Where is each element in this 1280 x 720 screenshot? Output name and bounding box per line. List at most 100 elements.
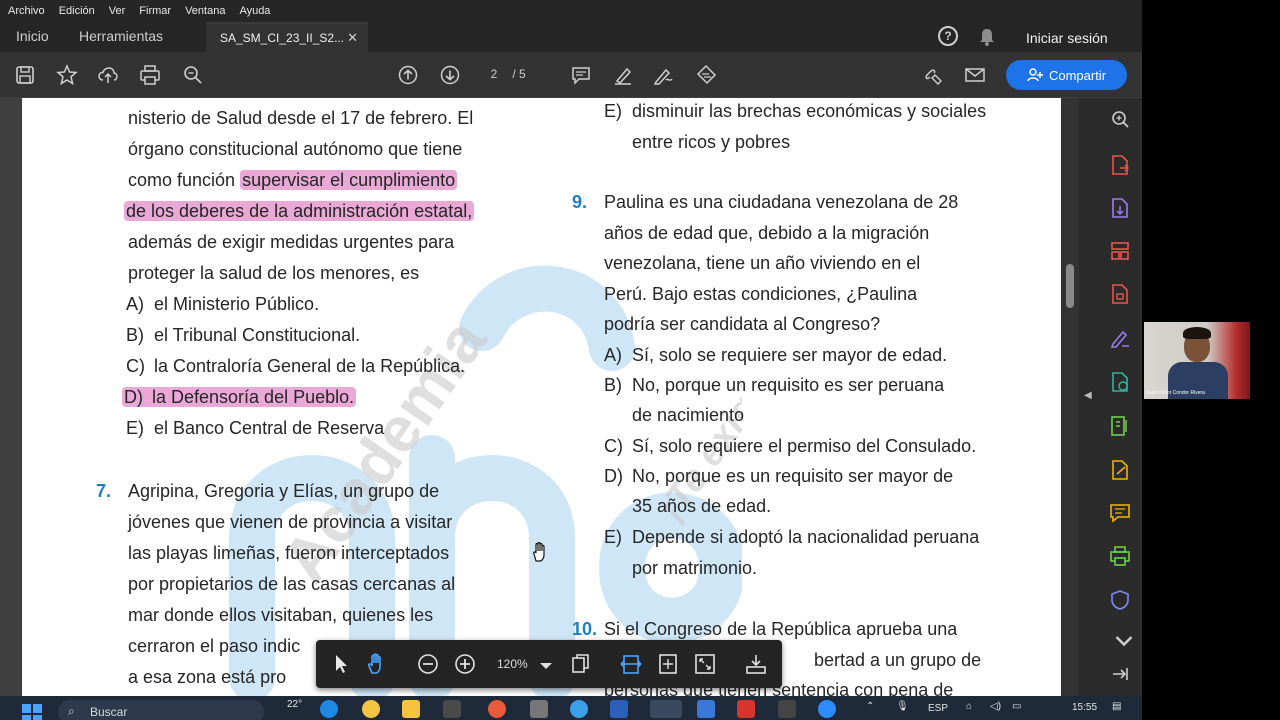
- file-explorer-icon[interactable]: [402, 700, 420, 718]
- tray-expand-icon[interactable]: ⌃: [866, 701, 874, 712]
- chrome-icon[interactable]: [362, 700, 380, 718]
- collapse-right-icon: ◀: [1084, 390, 1092, 401]
- right-panel-toggle[interactable]: ◀: [1079, 98, 1098, 696]
- more-tools-chevron-icon[interactable]: [1112, 628, 1133, 647]
- upload-cloud-icon[interactable]: [97, 64, 119, 86]
- windows-start-icon[interactable]: [22, 704, 42, 720]
- create-pdf-icon[interactable]: [1108, 196, 1132, 220]
- clock-time[interactable]: 15:55: [1072, 702, 1097, 713]
- app-icon[interactable]: [530, 700, 548, 718]
- volume-icon[interactable]: ◁): [990, 701, 1001, 712]
- battery-icon[interactable]: ▭: [1012, 701, 1021, 712]
- word-icon[interactable]: [610, 700, 628, 718]
- browser-icon[interactable]: [570, 700, 588, 718]
- tab-document[interactable]: SA_SM_CI_23_II_S2... ✕: [206, 22, 368, 52]
- zoom-app-icon[interactable]: [818, 700, 836, 718]
- read-aloud-icon[interactable]: [744, 652, 768, 676]
- scrollbar-thumb[interactable]: [1066, 264, 1074, 308]
- notifications-icon[interactable]: ▤: [1112, 701, 1121, 712]
- star-icon[interactable]: [56, 64, 78, 86]
- tab-herramientas[interactable]: Herramientas: [79, 28, 163, 44]
- help-icon[interactable]: ?: [938, 26, 958, 46]
- edge-icon[interactable]: [320, 700, 338, 718]
- comment-rail-icon[interactable]: [1108, 501, 1132, 525]
- acrobat-icon[interactable]: [737, 700, 755, 718]
- active-app-icon[interactable]: [650, 700, 682, 718]
- fill-sign-rail-icon[interactable]: [1108, 458, 1132, 482]
- microphone-icon[interactable]: 🎙: [896, 701, 909, 712]
- network-icon[interactable]: ⌂: [966, 701, 972, 712]
- q7-text-line: mar donde ellos visitaban, quienes les: [128, 605, 434, 625]
- edit-pdf-icon[interactable]: [1108, 326, 1132, 350]
- language-indicator[interactable]: ESP: [928, 703, 948, 714]
- zoom-out-icon[interactable]: [416, 652, 440, 676]
- document-viewport[interactable]: Academia ¡Te exigimos más! nisterio de S…: [0, 98, 1079, 696]
- fit-width-icon[interactable]: [619, 652, 643, 676]
- save-icon[interactable]: [14, 64, 36, 86]
- print-production-icon[interactable]: [1108, 544, 1132, 568]
- q9-option-b: B) No, porque un requisito es ser peruana: [604, 375, 945, 395]
- hand-tool-icon[interactable]: [365, 652, 389, 676]
- search-document-icon[interactable]: [1108, 108, 1132, 132]
- menu-archivo[interactable]: Archivo: [8, 5, 45, 17]
- search-icon: ⌕: [68, 704, 75, 718]
- highlight-annotation[interactable]: de los deberes de la administración esta…: [124, 201, 475, 221]
- menu-firmar[interactable]: Firmar: [139, 5, 171, 17]
- organize-pages-icon[interactable]: [1108, 239, 1132, 263]
- protect-shield-icon[interactable]: [1108, 588, 1132, 612]
- vertical-scrollbar[interactable]: [1061, 98, 1079, 696]
- close-tab-icon[interactable]: ✕: [347, 30, 358, 46]
- app-icon[interactable]: [778, 700, 796, 718]
- bell-icon[interactable]: [978, 27, 996, 47]
- compress-pdf-icon[interactable]: [1108, 282, 1132, 306]
- page-up-icon[interactable]: [397, 64, 419, 86]
- scan-ocr-icon[interactable]: [1108, 414, 1132, 438]
- app-icon[interactable]: [697, 700, 715, 718]
- menu-ayuda[interactable]: Ayuda: [239, 5, 270, 17]
- page-down-icon[interactable]: [439, 64, 461, 86]
- zoom-level[interactable]: 120%: [497, 657, 528, 671]
- page-display-icon[interactable]: [569, 652, 593, 676]
- question-number: 9.: [572, 192, 588, 212]
- page-navigator: 2 / 5: [487, 67, 526, 81]
- menu-ventana[interactable]: Ventana: [185, 5, 225, 17]
- q9-option-e-cont: por matrimonio.: [632, 558, 758, 578]
- highlight-pen-icon[interactable]: [612, 64, 634, 86]
- collapse-rail-icon[interactable]: [1108, 662, 1132, 686]
- fit-page-icon[interactable]: [656, 652, 680, 676]
- tab-inicio[interactable]: Inicio: [16, 28, 49, 44]
- email-icon[interactable]: [964, 64, 986, 86]
- fill-sign-icon[interactable]: [695, 64, 717, 86]
- q9-option-e: E) Depende si adoptó la nacionalidad peru…: [604, 527, 980, 547]
- full-screen-icon[interactable]: [693, 652, 717, 676]
- chrome-profile-icon[interactable]: [488, 700, 506, 718]
- q9-text-line: venezolana, tiene un año viviendo en el: [604, 253, 921, 273]
- menu-ver[interactable]: Ver: [109, 5, 126, 17]
- zoom-dropdown-chevron-icon[interactable]: [534, 654, 552, 670]
- q6-text-line: como función supervisar el cumplimiento: [128, 170, 458, 190]
- draw-pen-icon[interactable]: [652, 64, 674, 86]
- app-icon[interactable]: [443, 700, 461, 718]
- signin-link[interactable]: Iniciar sesión: [1026, 30, 1108, 46]
- combine-files-icon[interactable]: [1108, 370, 1132, 394]
- export-pdf-icon[interactable]: [1108, 153, 1132, 177]
- link-pen-icon[interactable]: [922, 64, 944, 86]
- highlight-annotation[interactable]: D) la Defensoría del Pueblo.: [122, 387, 357, 407]
- highlight-annotation[interactable]: supervisar el cumplimiento: [240, 170, 458, 190]
- tab-bar: Inicio Herramientas SA_SM_CI_23_II_S2...…: [0, 22, 1142, 52]
- q7-text-line: jóvenes que vienen de provincia a visita…: [128, 512, 453, 532]
- zoom-in-icon[interactable]: [453, 652, 477, 676]
- zoom-search-icon[interactable]: [182, 64, 204, 86]
- share-button[interactable]: Compartir: [1006, 60, 1127, 90]
- right-tools-rail: [1098, 98, 1142, 696]
- q9-text-line: podría ser candidata al Congreso?: [604, 314, 881, 334]
- menu-edicion[interactable]: Edición: [59, 5, 95, 17]
- q9-option-d-cont: 35 años de edad.: [632, 496, 772, 516]
- weather-temp[interactable]: 22°: [287, 699, 302, 710]
- pdf-page: Academia ¡Te exigimos más! nisterio de S…: [22, 98, 1061, 696]
- print-icon[interactable]: [139, 64, 161, 86]
- page-number-input[interactable]: 2: [487, 67, 501, 81]
- select-cursor-icon[interactable]: [328, 652, 352, 676]
- comment-icon[interactable]: [570, 64, 592, 86]
- taskbar-search-box[interactable]: ⌕ Buscar: [58, 700, 264, 720]
